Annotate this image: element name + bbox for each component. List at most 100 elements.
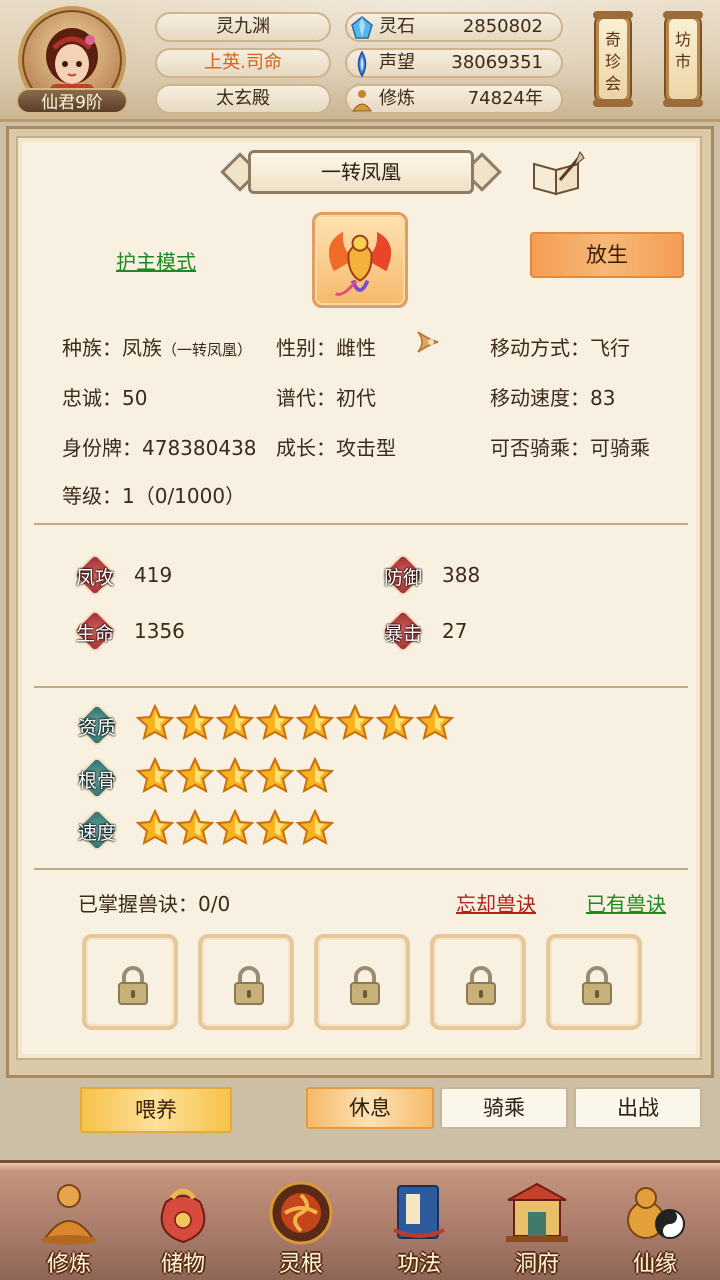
loyalty-attr: 忠诚：50 <box>62 382 147 411</box>
skill-slot[interactable] <box>546 934 642 1030</box>
meditating-monk-icon <box>41 1184 97 1245</box>
spirit-stone-value: 2850802 <box>462 16 543 37</box>
lock-icon <box>582 966 612 1005</box>
star-icon <box>415 703 455 744</box>
star-icon <box>255 756 295 797</box>
move-label: 移动方式： <box>490 336 590 360</box>
nav-storage[interactable]: 储物 <box>128 1180 238 1280</box>
level-label: 等级： <box>62 484 122 508</box>
cultivation-value: 74824年 <box>467 88 543 109</box>
generation-attr: 谱代：初代 <box>276 382 376 411</box>
feed-button[interactable]: 喂养 <box>80 1087 232 1133</box>
ride-attr: 可否骑乘：可骑乘 <box>490 432 650 461</box>
pet-name: 一转凤凰 <box>248 150 474 194</box>
realm-pill: 灵九渊 <box>155 12 331 42</box>
reputation-label: 声望 <box>379 52 415 73</box>
skill-slot[interactable] <box>82 934 178 1030</box>
star-icon <box>375 703 415 744</box>
treasure-bag-icon <box>160 1188 206 1244</box>
reputation-value: 38069351 <box>451 52 543 73</box>
treasure-fair-label: 奇珍会 <box>604 30 621 93</box>
speed-attr: 移动速度：83 <box>490 382 615 411</box>
level-value: 1（0/1000） <box>122 484 246 508</box>
gender-attr: 性别：雌性 <box>276 332 376 361</box>
defense-label: 防御 <box>383 567 422 589</box>
speed-value: 83 <box>590 386 616 410</box>
tab-ride[interactable]: 骑乘 <box>440 1087 568 1129</box>
star-icon <box>135 703 175 744</box>
level-attr: 等级：1（0/1000） <box>62 480 245 509</box>
guard-mode-link[interactable]: 护主模式 <box>116 246 196 275</box>
id-label: 身份牌： <box>62 436 142 460</box>
market-label: 坊市 <box>674 30 691 71</box>
market-button[interactable]: 坊市 <box>663 11 703 107</box>
race-label: 种族： <box>62 336 122 360</box>
crit-badge: 暴击 <box>380 608 426 654</box>
speed-rating-stars <box>135 808 335 849</box>
skill-slot[interactable] <box>314 934 410 1030</box>
id-attr: 身份牌：478380438 <box>62 432 257 461</box>
treasure-fair-button[interactable]: 奇珍会 <box>593 11 633 107</box>
move-attr: 移动方式：飞行 <box>490 332 630 361</box>
nav-fate[interactable]: 仙缘 <box>600 1180 710 1280</box>
defense-value: 388 <box>442 563 481 587</box>
aptitude-stars <box>135 703 455 744</box>
tab-rest[interactable]: 休息 <box>306 1087 434 1129</box>
scripture-book-icon <box>393 1185 445 1239</box>
race-attr: 种族：凤族（一转凤凰） <box>62 332 252 361</box>
star-icon <box>335 703 375 744</box>
hp-value: 1356 <box>134 619 185 643</box>
star-icon <box>255 703 295 744</box>
star-icon <box>215 808 255 849</box>
lock-icon <box>118 966 148 1005</box>
reputation-row: 声望 38069351 <box>345 48 563 78</box>
star-icon <box>175 703 215 744</box>
growth-label: 成长： <box>276 436 336 460</box>
pet-name-plaque: 一转凤凰 <box>220 150 502 194</box>
star-icon <box>175 808 215 849</box>
forget-skill-link[interactable]: 忘却兽诀 <box>456 888 536 917</box>
ride-value: 可骑乘 <box>590 436 650 460</box>
star-icon <box>215 703 255 744</box>
defense-badge: 防御 <box>380 552 426 598</box>
nav-skills-label: 功法 <box>396 1252 441 1277</box>
divider <box>34 686 688 688</box>
phoenix-icon <box>328 231 392 296</box>
nav-cave[interactable]: 洞府 <box>482 1180 592 1280</box>
growth-value: 攻击型 <box>336 436 396 460</box>
aptitude-label: 资质 <box>77 717 116 739</box>
reputation-icon <box>357 51 367 77</box>
generation-label: 谱代： <box>276 386 336 410</box>
star-icon <box>255 808 295 849</box>
attack-badge: 凤攻 <box>72 552 118 598</box>
palace-icon <box>506 1182 568 1242</box>
star-icon <box>135 808 175 849</box>
owned-skill-link[interactable]: 已有兽诀 <box>586 888 666 917</box>
nav-cultivate[interactable]: 修炼 <box>14 1180 124 1280</box>
release-button[interactable]: 放生 <box>530 232 684 278</box>
star-icon <box>215 756 255 797</box>
cultivation-icon <box>352 90 372 112</box>
hp-badge: 生命 <box>72 608 118 654</box>
race-value: 凤族 <box>122 336 162 360</box>
spirit-stone-icon <box>351 16 373 39</box>
nav-skills[interactable]: 功法 <box>364 1180 474 1280</box>
skill-slot[interactable] <box>198 934 294 1030</box>
nav-spirit-root[interactable]: 灵根 <box>246 1180 356 1280</box>
arrow-right-icon[interactable] <box>414 326 444 358</box>
aptitude-badge: 资质 <box>74 702 120 748</box>
divider <box>34 523 688 525</box>
bone-label: 根骨 <box>77 770 116 792</box>
book-quill-icon[interactable] <box>530 150 586 198</box>
lock-icon <box>466 966 496 1005</box>
tab-battle[interactable]: 出战 <box>574 1087 702 1129</box>
spirit-stone-label: 灵石 <box>379 16 415 37</box>
loyalty-value: 50 <box>122 386 148 410</box>
star-icon <box>295 703 335 744</box>
nav-spirit-root-label: 灵根 <box>278 1252 323 1277</box>
skill-slot[interactable] <box>430 934 526 1030</box>
speed-label: 移动速度： <box>490 386 590 410</box>
attack-label: 凤攻 <box>75 567 114 589</box>
spirit-stone-row: 灵石 2850802 <box>345 12 563 42</box>
star-icon <box>295 756 335 797</box>
